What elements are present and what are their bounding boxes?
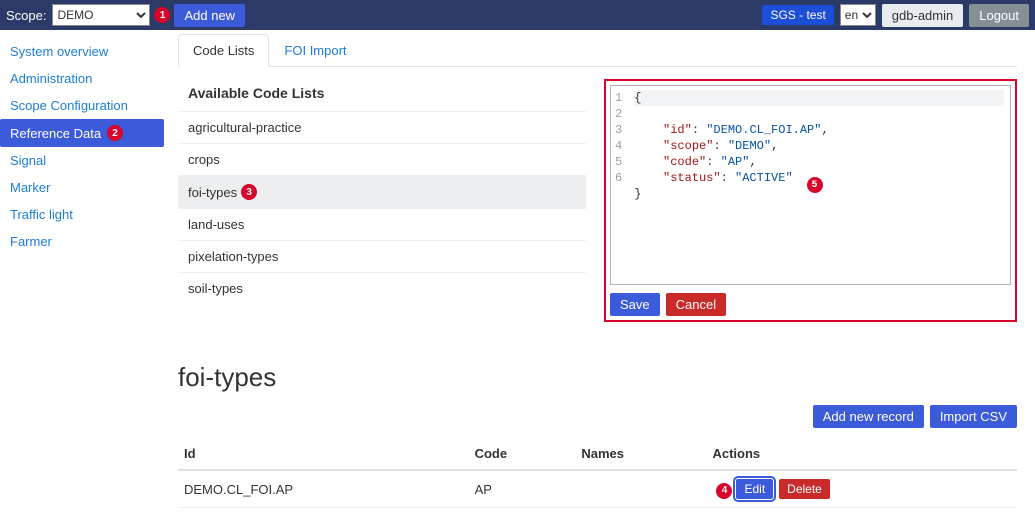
code-list-item[interactable]: pixelation-types <box>178 240 586 272</box>
scope-label: Scope: <box>6 8 46 23</box>
table-header: Actions <box>706 438 1017 470</box>
table-row: DEMO.CL_FOI.APAP 4Edit Delete <box>178 470 1017 508</box>
add-new-button[interactable]: Add new <box>174 4 245 27</box>
sidebar-item-label: System overview <box>10 44 108 59</box>
cell-names <box>575 470 706 508</box>
callout-marker-4: 4 <box>716 483 732 499</box>
callout-marker-3: 3 <box>241 184 257 200</box>
import-csv-button[interactable]: Import CSV <box>930 405 1017 428</box>
code-list-item[interactable]: foi-types 3 <box>178 175 586 208</box>
table-header: Names <box>575 438 706 470</box>
editor-panel: 123456 { "id": "DEMO.CL_FOI.AP", "scope"… <box>604 79 1017 322</box>
code-list-item-label: crops <box>188 152 220 167</box>
main: Code ListsFOI Import Available Code List… <box>170 30 1035 528</box>
cell-id: DEMO.CL_FOI.AP <box>178 470 469 508</box>
cell-actions: 4Edit Delete <box>706 470 1017 508</box>
sidebar-item[interactable]: Farmer <box>0 228 170 255</box>
code-list-item[interactable]: agricultural-practice <box>178 111 586 143</box>
env-badge: SGS - test <box>762 5 833 25</box>
tabs: Code ListsFOI Import <box>178 34 1017 67</box>
sidebar-item[interactable]: System overview <box>0 38 170 65</box>
callout-marker-1: 1 <box>154 7 170 23</box>
cell-code: AP <box>469 470 576 508</box>
edit-button[interactable]: Edit <box>736 479 773 499</box>
sidebar-item-label: Signal <box>10 153 46 168</box>
code-list-item-label: land-uses <box>188 217 244 232</box>
sidebar-item[interactable]: Scope Configuration <box>0 92 170 119</box>
sidebar-item[interactable]: Administration <box>0 65 170 92</box>
logout-button[interactable]: Logout <box>969 4 1029 27</box>
code-list-item[interactable]: crops <box>178 143 586 175</box>
table-header: Code <box>469 438 576 470</box>
cancel-button[interactable]: Cancel <box>666 293 726 316</box>
records-heading: foi-types <box>178 362 1017 393</box>
sidebar-item[interactable]: Reference Data 2 <box>0 119 164 147</box>
editor-gutter: 123456 <box>611 86 628 284</box>
sidebar-item-label: Administration <box>10 71 92 86</box>
tab[interactable]: FOI Import <box>269 34 361 67</box>
code-lists-title: Available Code Lists <box>178 79 586 111</box>
records-table: IdCodeNamesActions DEMO.CL_FOI.APAP 4Edit… <box>178 438 1017 508</box>
topbar: Scope: DEMO 1 Add new SGS - test en gdb-… <box>0 0 1035 30</box>
delete-button[interactable]: Delete <box>779 479 830 499</box>
sidebar-item[interactable]: Marker <box>0 174 170 201</box>
add-new-record-button[interactable]: Add new record <box>813 405 924 428</box>
sidebar-item-label: Marker <box>10 180 50 195</box>
callout-marker-5: 5 <box>807 177 823 193</box>
save-button[interactable]: Save <box>610 293 660 316</box>
tab[interactable]: Code Lists <box>178 34 269 67</box>
sidebar-item-label: Traffic light <box>10 207 73 222</box>
code-lists-panel: Available Code Lists agricultural-practi… <box>178 79 586 322</box>
code-list-item-label: foi-types <box>188 185 237 200</box>
language-select[interactable]: en <box>840 4 876 26</box>
sidebar-item-label: Reference Data <box>10 126 101 141</box>
sidebar-item[interactable]: Signal <box>0 147 170 174</box>
table-header: Id <box>178 438 469 470</box>
sidebar-item-label: Farmer <box>10 234 52 249</box>
scope-select[interactable]: DEMO <box>52 4 150 26</box>
code-list-item-label: soil-types <box>188 281 243 296</box>
code-list-item[interactable]: soil-types <box>178 272 586 304</box>
user-label: gdb-admin <box>882 4 963 27</box>
callout-marker-2: 2 <box>107 125 123 141</box>
sidebar-item-label: Scope Configuration <box>10 98 128 113</box>
code-list-item-label: pixelation-types <box>188 249 278 264</box>
sidebar: System overview Administration Scope Confi… <box>0 30 170 528</box>
sidebar-item[interactable]: Traffic light <box>0 201 170 228</box>
code-list-item[interactable]: land-uses <box>178 208 586 240</box>
json-editor[interactable]: 123456 { "id": "DEMO.CL_FOI.AP", "scope"… <box>610 85 1011 285</box>
code-list-item-label: agricultural-practice <box>188 120 301 135</box>
